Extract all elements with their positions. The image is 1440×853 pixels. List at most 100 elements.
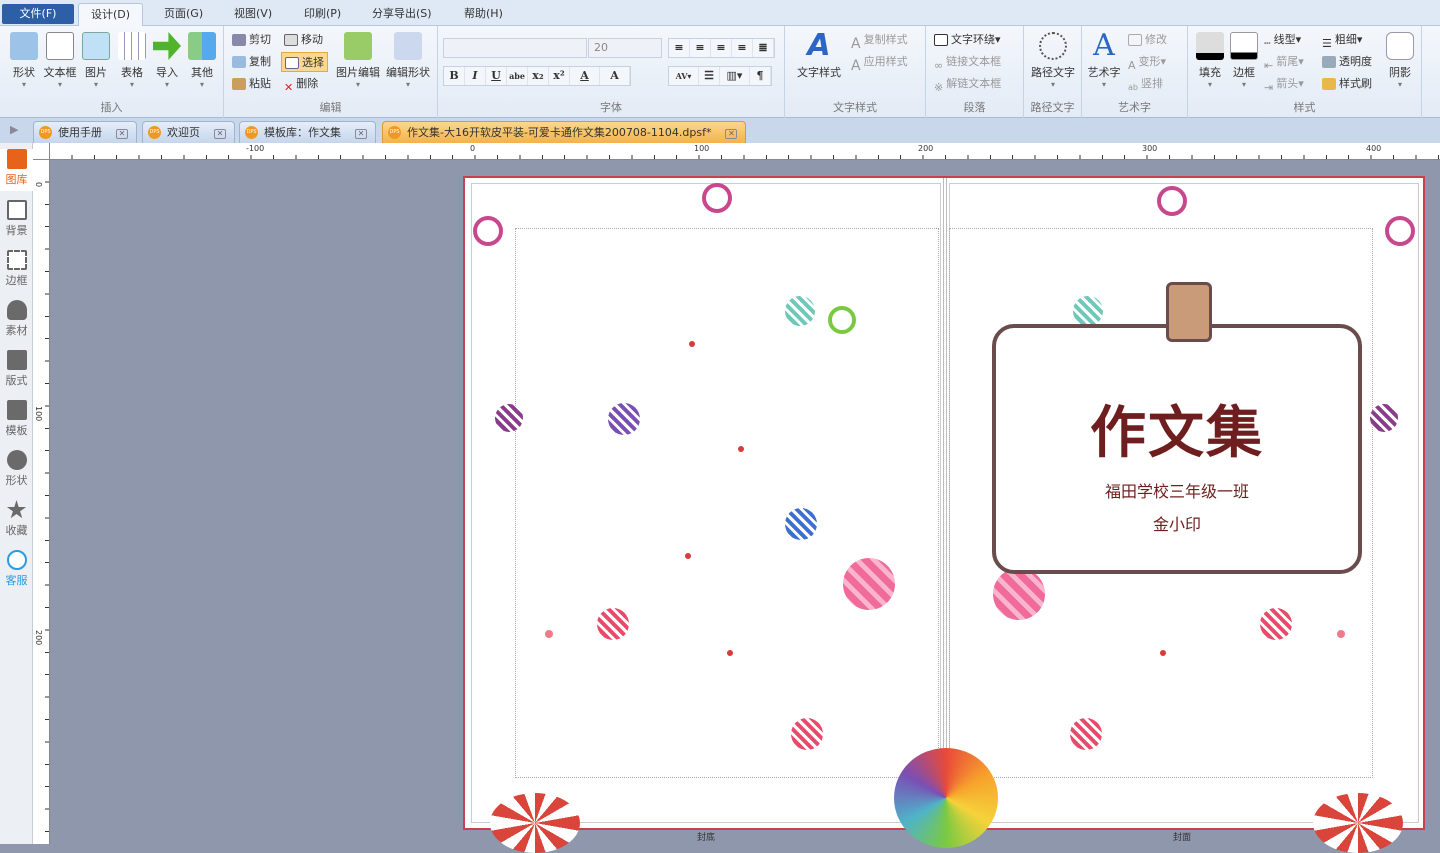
sidebar-item-background[interactable]: 背景: [0, 200, 33, 238]
subscript-button[interactable]: x₂: [528, 67, 549, 85]
italic-button[interactable]: I: [465, 67, 486, 85]
sidebar-item-gallery[interactable]: 图库: [0, 149, 33, 191]
tab-current-document[interactable]: DPS 作文集-大16开软皮平装-可爱卡通作文集200708-1104.dpsf*…: [382, 121, 747, 143]
vertical-button[interactable]: ab 竖排: [1128, 74, 1163, 94]
border-button[interactable]: 边框 ▾: [1226, 32, 1262, 89]
sidebar-item-favorites[interactable]: 收藏: [0, 500, 33, 538]
transform-button[interactable]: A 变形▾: [1128, 52, 1166, 72]
group-label: 段落: [963, 101, 986, 114]
link-textbox-button[interactable]: ∞ 链接文本框: [934, 52, 1001, 72]
delete-button[interactable]: ✕ 删除: [284, 74, 318, 94]
sidebar-item-template[interactable]: 模板: [0, 400, 33, 438]
label: 编辑形状: [386, 66, 430, 79]
underline-button[interactable]: U: [486, 67, 507, 85]
menu-file[interactable]: 文件(F): [2, 4, 74, 24]
menu-design[interactable]: 设计(D): [78, 3, 144, 26]
unlink-textbox-button[interactable]: ※ 解链文本框: [934, 74, 1001, 94]
label: 移动: [301, 33, 323, 46]
paste-button[interactable]: 粘贴: [232, 74, 271, 94]
author-name-text[interactable]: 金小印: [996, 511, 1358, 535]
hand-icon: [284, 34, 298, 46]
copy-icon: [232, 56, 246, 68]
collapse-panel-icon[interactable]: ▶: [10, 123, 18, 136]
arrow-tail-button[interactable]: ⇤ 箭尾▾: [1264, 52, 1304, 72]
label: 复制: [249, 55, 271, 68]
highlight-button[interactable]: A: [600, 67, 630, 85]
menu-view[interactable]: 视图(V): [222, 3, 284, 26]
close-icon[interactable]: ✕: [116, 129, 128, 139]
strikethrough-button[interactable]: abe: [507, 67, 528, 85]
label: 其他: [191, 66, 213, 79]
font-color-button[interactable]: A: [570, 67, 600, 85]
menu-page[interactable]: 页面(G): [152, 3, 215, 26]
menu-share-export[interactable]: 分享导出(S): [360, 3, 444, 26]
sidebar-item-shape[interactable]: 形状: [0, 450, 33, 488]
path-text-button[interactable]: 路径文字 ▾: [1027, 32, 1079, 89]
sidebar-item-support[interactable]: 客服: [0, 550, 33, 588]
sidebar-item-border[interactable]: 边框: [0, 250, 33, 288]
art-text-button[interactable]: A 艺术字 ▾: [1086, 31, 1122, 90]
menu-help[interactable]: 帮助(H): [452, 3, 515, 26]
import-button[interactable]: 导入 ▾: [149, 32, 185, 89]
document-title[interactable]: 作文集: [996, 388, 1358, 469]
columns-icon[interactable]: ▥▾: [720, 67, 750, 85]
label: 粘贴: [249, 77, 271, 90]
cut-button[interactable]: 剪切: [232, 30, 271, 50]
copy-style-button[interactable]: A 复制样式: [851, 30, 908, 52]
copy-button[interactable]: 复制: [232, 52, 271, 72]
image-button[interactable]: 图片 ▾: [78, 32, 114, 89]
justify-icon[interactable]: ≡: [732, 39, 753, 57]
shadow-button[interactable]: 阴影 ▾: [1382, 32, 1418, 89]
bold-button[interactable]: B: [444, 67, 465, 85]
shape-icon: [10, 32, 38, 60]
char-spacing-icon[interactable]: AV▾: [669, 67, 699, 85]
lollipop-icon: [490, 793, 580, 853]
close-icon[interactable]: ✕: [214, 129, 226, 139]
fill-button[interactable]: 填充 ▾: [1192, 32, 1228, 89]
textbox-button[interactable]: 文本框 ▾: [42, 32, 78, 89]
a-brush-icon: A: [851, 58, 861, 74]
font-size-select[interactable]: 20: [588, 38, 662, 58]
document-spread[interactable]: 作文集 福田学校三年级一班 金小印: [463, 176, 1425, 853]
align-right-icon[interactable]: ≡: [711, 39, 732, 57]
modify-button[interactable]: 修改: [1128, 30, 1167, 50]
align-center-icon[interactable]: ≡: [690, 39, 711, 57]
text-wrap-button[interactable]: 文字环绕▾: [934, 30, 1001, 50]
thickness-button[interactable]: ☰ 粗细▾: [1322, 30, 1362, 50]
select-button[interactable]: 选择: [281, 52, 328, 72]
swirl-candy-icon: [1157, 186, 1187, 216]
shape-button[interactable]: 形状 ▾: [6, 32, 42, 89]
dot: [738, 446, 744, 452]
textbox-icon: [46, 32, 74, 60]
school-class-text[interactable]: 福田学校三年级一班: [996, 478, 1358, 502]
arrow-head-button[interactable]: ⇥ 箭头▾: [1264, 74, 1304, 94]
superscript-button[interactable]: x²: [549, 67, 570, 85]
distribute-icon[interactable]: ≣: [753, 39, 774, 57]
template-icon: [6, 400, 27, 420]
close-icon[interactable]: ✕: [355, 129, 367, 139]
tab-welcome[interactable]: DPS 欢迎页 ✕: [142, 121, 235, 143]
tab-manual[interactable]: DPS 使用手册 ✕: [33, 121, 137, 143]
transparency-button[interactable]: 透明度: [1322, 52, 1372, 72]
text-style-button[interactable]: A 文字样式: [793, 31, 845, 80]
move-button[interactable]: 移动: [284, 30, 323, 50]
sidebar-item-material[interactable]: 素材: [0, 300, 33, 338]
line-spacing-icon[interactable]: ☰: [699, 67, 720, 85]
table-button[interactable]: 表格 ▾: [114, 32, 150, 89]
apply-style-button[interactable]: A 应用样式: [851, 52, 908, 74]
font-name-select[interactable]: [443, 38, 587, 58]
menu-print[interactable]: 印刷(P): [292, 3, 353, 26]
edit-shape-button[interactable]: 编辑形状 ▾: [384, 32, 432, 89]
group-label: 路径文字: [1030, 101, 1075, 114]
paragraph-icon[interactable]: ¶: [750, 67, 771, 85]
tab-template-library[interactable]: DPS 模板库：作文集 ✕: [239, 121, 376, 143]
group-label: 样式: [1293, 101, 1316, 114]
align-left-icon[interactable]: ≡: [669, 39, 690, 57]
close-icon[interactable]: ✕: [725, 129, 738, 139]
sidebar-item-layout[interactable]: 版式: [0, 350, 33, 388]
format-brush-button[interactable]: 样式刷: [1322, 74, 1372, 94]
image-edit-button[interactable]: 图片编辑 ▾: [334, 32, 382, 89]
other-button[interactable]: 其他 ▾: [184, 32, 220, 89]
line-type-button[interactable]: ┅ 线型▾: [1264, 30, 1301, 50]
shape-icon: [6, 450, 27, 470]
